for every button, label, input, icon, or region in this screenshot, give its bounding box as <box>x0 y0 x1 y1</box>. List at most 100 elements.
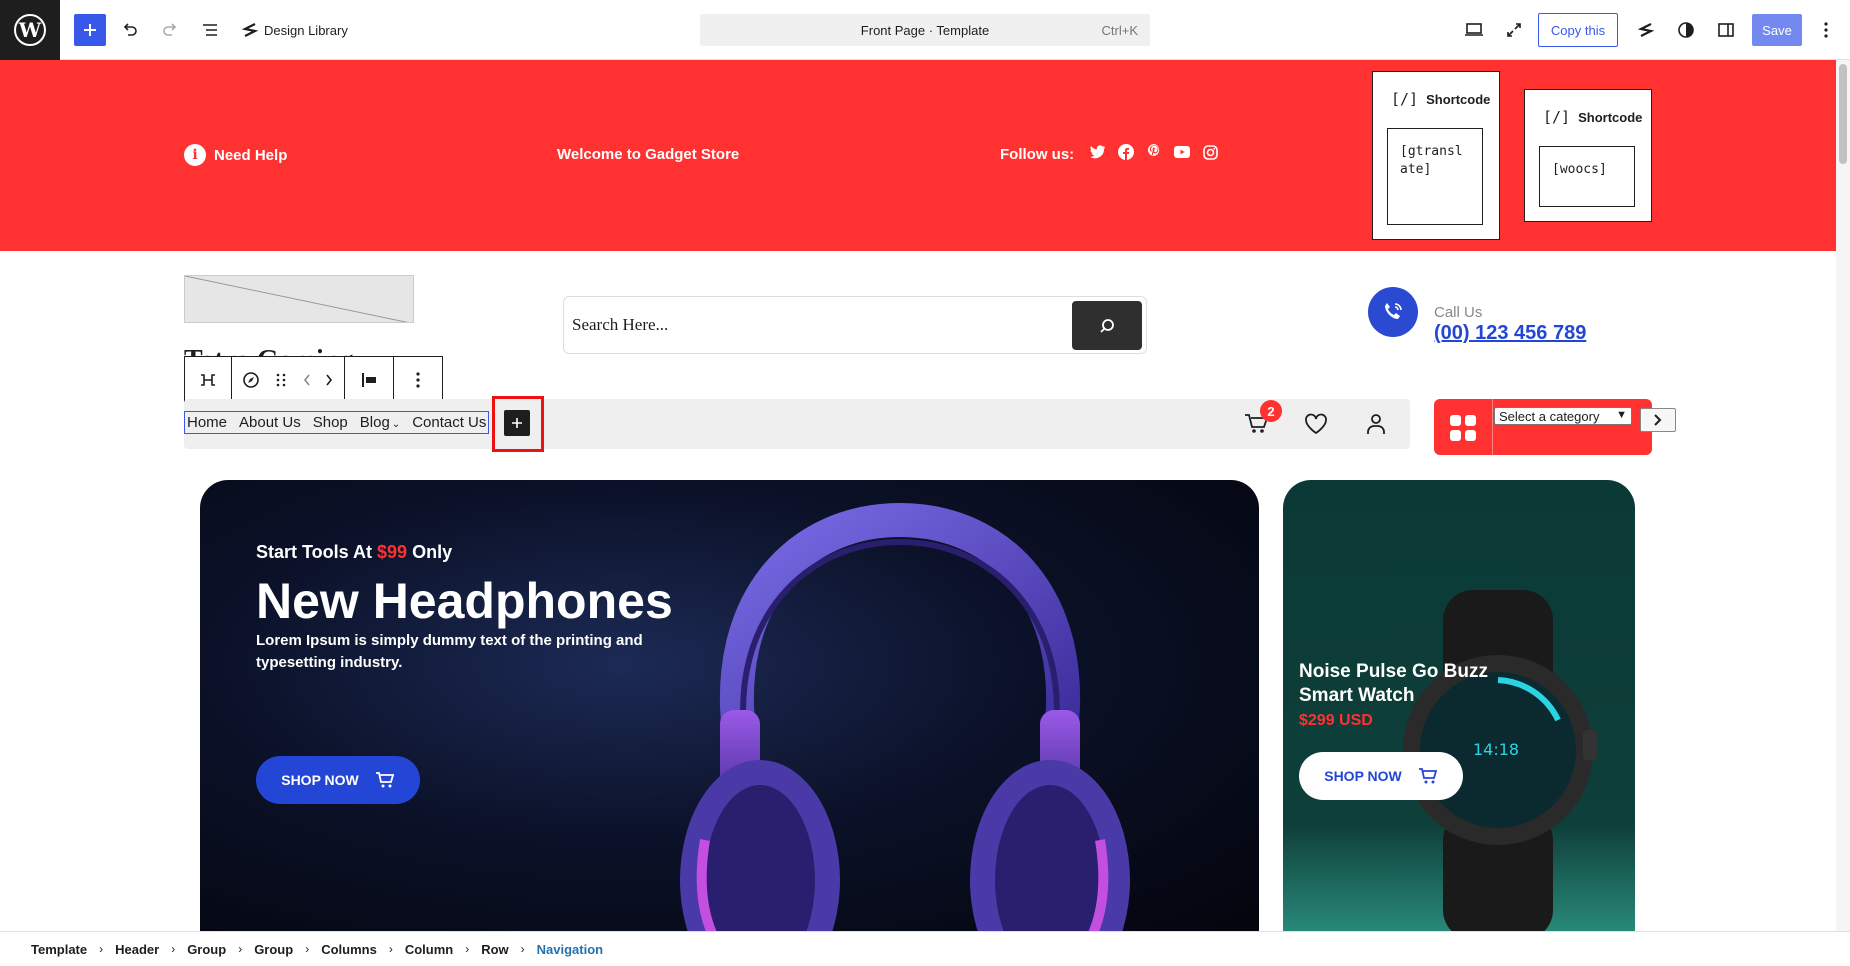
chevron-right-icon <box>326 374 333 386</box>
chevron-right-icon: › <box>520 942 525 956</box>
instagram-icon[interactable] <box>1202 144 1218 160</box>
chevron-right-icon: › <box>465 942 470 956</box>
shortcode-heading-label: Shortcode <box>1578 109 1643 125</box>
wordpress-logo-button[interactable]: W <box>0 0 60 60</box>
nav-item-about-us[interactable]: About Us <box>239 414 301 431</box>
redo-icon <box>163 23 177 36</box>
breadcrumb-label: Navigation <box>536 941 604 957</box>
block-move-group <box>232 357 345 403</box>
block-options-button[interactable] <box>394 357 442 403</box>
scrollbar-thumb[interactable] <box>1839 64 1847 164</box>
document-bar[interactable]: Front Page · Template Ctrl+K <box>700 14 1150 46</box>
breadcrumb-label: Column <box>404 941 454 957</box>
search-icon <box>1100 318 1114 333</box>
facebook-icon[interactable] <box>1118 144 1134 160</box>
save-button[interactable]: Save <box>1752 14 1802 46</box>
breadcrumb-item-navigation[interactable]: Navigation <box>537 942 603 957</box>
twitter-icon[interactable] <box>1090 144 1106 160</box>
top-info-bar[interactable]: i Need Help Welcome to Gadget Store Foll… <box>0 60 1836 251</box>
canvas-scrollbar[interactable] <box>1836 60 1850 931</box>
contrast-icon <box>1678 22 1694 38</box>
divider <box>1492 399 1493 455</box>
hero-description: Lorem Ipsum is simply dummy text of the … <box>256 632 643 671</box>
block-parent-group <box>185 357 232 403</box>
breadcrumb-item-template[interactable]: Template › <box>31 942 115 957</box>
follow-us-label: Follow us: <box>1000 146 1075 163</box>
nav-item-shop[interactable]: Shop <box>313 414 348 431</box>
search-input[interactable]: Search Here... <box>572 315 668 335</box>
nav-item-contact-us[interactable]: Contact Us <box>412 414 486 431</box>
breadcrumb-item-row[interactable]: Row › <box>481 942 536 957</box>
shortcode-input[interactable]: [gtranslate] <box>1387 128 1483 225</box>
command-shortcut: Ctrl+K <box>1101 22 1138 38</box>
fullscreen-button[interactable] <box>1498 14 1530 46</box>
nav-item-blog[interactable]: Blog ⌄ <box>360 414 400 431</box>
account-button[interactable] <box>1362 410 1390 438</box>
site-logo-placeholder[interactable] <box>184 275 414 323</box>
nav-item-home[interactable]: Home <box>187 414 227 431</box>
youtube-icon[interactable] <box>1174 144 1190 160</box>
design-library-button[interactable]: Design Library <box>242 18 348 42</box>
breadcrumb-item-header[interactable]: Header › <box>115 942 187 957</box>
navigation-block-icon[interactable] <box>236 357 266 403</box>
shortcode-heading-label: Shortcode <box>1426 91 1491 107</box>
block-inserter-button[interactable] <box>74 14 106 46</box>
breadcrumb-item-group[interactable]: Group › <box>187 942 254 957</box>
expand-icon <box>1507 23 1521 37</box>
call-number-link[interactable]: (00) 123 456 789 <box>1434 322 1586 345</box>
hero-banner[interactable]: Start Tools At $99 Only New Headphones L… <box>200 480 1259 931</box>
move-left-button[interactable] <box>296 357 318 403</box>
breadcrumb-label: Row <box>481 941 509 957</box>
header-icons: 2 <box>1242 399 1410 449</box>
styles-button[interactable] <box>1670 14 1702 46</box>
shortcode-input[interactable]: [woocs] <box>1539 146 1635 207</box>
select-parent-button[interactable] <box>185 357 231 403</box>
side-shop-now-button[interactable]: SHOP NOW <box>1299 752 1463 800</box>
chevron-right-icon <box>1654 414 1662 426</box>
shortcode-block-woocs[interactable]: [/] Shortcode [woocs] <box>1524 89 1652 222</box>
stackable-settings-button[interactable] <box>1630 14 1662 46</box>
drag-handle[interactable] <box>266 357 296 403</box>
side-banner[interactable]: 14:18 Noise Pulse Go Buzz Smart Watch $2… <box>1283 480 1635 931</box>
stackable-icon <box>242 23 258 37</box>
cart-button[interactable]: 2 <box>1242 400 1282 438</box>
svg-text:14:18: 14:18 <box>1473 740 1519 759</box>
justification-button[interactable] <box>345 357 393 403</box>
chevron-right-icon: › <box>388 942 393 956</box>
category-go-button[interactable] <box>1640 408 1676 432</box>
category-select[interactable]: Select a category ▼ <box>1494 407 1632 425</box>
breadcrumb-item-group[interactable]: Group › <box>254 942 321 957</box>
need-help-link[interactable]: i Need Help <box>184 144 287 166</box>
sidebar-icon <box>1718 23 1734 37</box>
call-us-label: Call Us <box>1434 304 1483 321</box>
breadcrumb-label: Group <box>254 941 294 957</box>
document-overview-button[interactable] <box>194 14 226 46</box>
breadcrumb-item-column[interactable]: Column › <box>405 942 481 957</box>
justify-group <box>345 357 394 403</box>
shop-now-label: SHOP NOW <box>281 772 359 788</box>
settings-sidebar-button[interactable] <box>1710 14 1742 46</box>
move-right-button[interactable] <box>318 357 340 403</box>
breadcrumb-label: Group <box>187 941 227 957</box>
info-icon: i <box>184 144 206 166</box>
search-button[interactable] <box>1072 301 1142 350</box>
device-preview-button[interactable] <box>1458 14 1490 46</box>
cart-icon <box>375 772 394 788</box>
wishlist-button[interactable] <box>1302 410 1330 438</box>
chevron-down-icon: ▼ <box>1616 409 1627 421</box>
chevron-right-icon: › <box>305 942 310 956</box>
undo-button[interactable] <box>114 14 146 46</box>
nav-item-blog-label: Blog <box>359 414 390 431</box>
shortcode-block-gtranslate[interactable]: [/] Shortcode [gtranslate] <box>1372 71 1500 240</box>
navigation-block[interactable]: Home About Us Shop Blog ⌄ Contact Us <box>184 411 490 434</box>
side-banner-price: $299 USD <box>1299 712 1373 729</box>
breadcrumb-item-columns[interactable]: Columns › <box>321 942 405 957</box>
copy-this-button[interactable]: Copy this <box>1538 13 1618 47</box>
shortcode-heading: [/] Shortcode <box>1543 108 1642 126</box>
pinterest-icon[interactable] <box>1146 144 1162 160</box>
hero-shop-now-button[interactable]: SHOP NOW <box>256 756 420 804</box>
block-breadcrumb: Template › Header › Group › Group › Columns ›… <box>0 931 1850 966</box>
document-title: Front Page · Template <box>860 22 990 38</box>
options-menu-button[interactable] <box>1810 14 1842 46</box>
redo-button[interactable] <box>154 14 186 46</box>
